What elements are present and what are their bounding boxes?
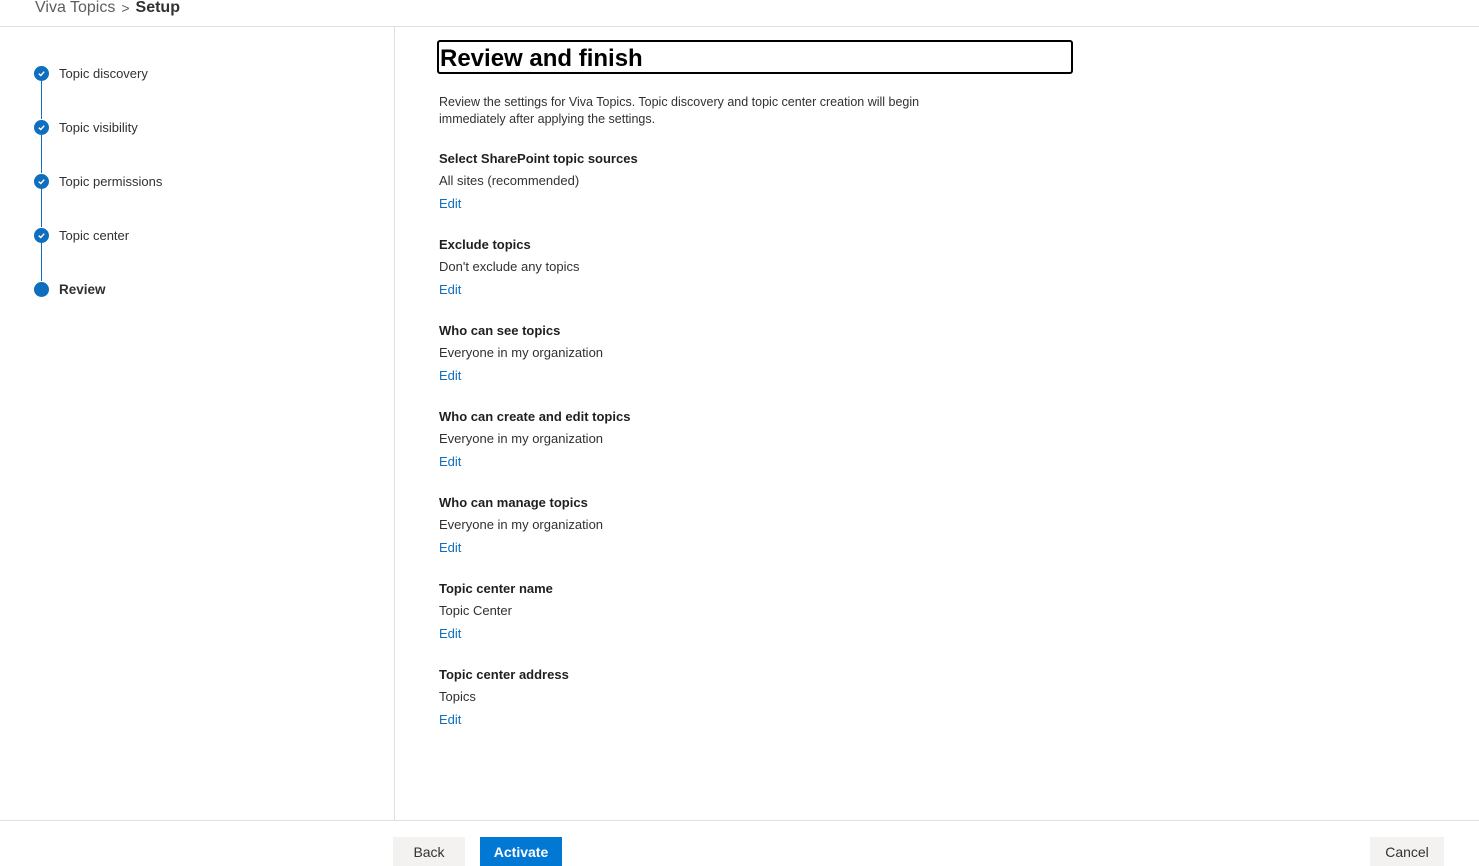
step-label: Topic permissions: [59, 174, 163, 189]
edit-who-can-see-link[interactable]: Edit: [439, 367, 461, 385]
section-value: Everyone in my organization: [439, 431, 604, 446]
page-title-focus-outline: Review and finish: [437, 40, 1073, 74]
section-value: Don't exclude any topics: [439, 259, 580, 274]
section-value: All sites (recommended): [439, 173, 580, 188]
step-topic-permissions[interactable]: Topic permissions: [34, 173, 162, 227]
edit-topic-sources-link[interactable]: Edit: [439, 195, 461, 213]
step-connector: [41, 135, 42, 173]
section-heading: Topic center name: [439, 581, 553, 596]
section-who-can-see: Who can see topics Everyone in my organi…: [439, 322, 939, 385]
step-connector: [41, 243, 42, 281]
page-title: Review and finish: [440, 45, 643, 72]
step-topic-center[interactable]: Topic center: [34, 227, 162, 281]
section-value: Topic Center: [439, 603, 512, 618]
step-label: Review: [59, 282, 106, 297]
step-connector: [41, 81, 42, 119]
intro-text: Review the settings for Viva Topics. Top…: [439, 95, 920, 126]
step-label: Topic visibility: [59, 120, 138, 135]
header-bar: Viva Topics > Setup: [0, 0, 1479, 27]
back-button[interactable]: Back: [393, 837, 465, 866]
step-connector: [41, 189, 42, 227]
section-topic-center-name: Topic center name Topic Center Edit: [439, 580, 939, 643]
section-heading: Exclude topics: [439, 237, 531, 252]
step-topic-visibility[interactable]: Topic visibility: [34, 119, 162, 173]
step-label: Topic center: [59, 228, 130, 243]
breadcrumb-current: Setup: [135, 0, 180, 16]
section-heading: Who can create and edit topics: [439, 409, 631, 424]
cancel-button[interactable]: Cancel: [1370, 837, 1444, 866]
check-circle-icon: [34, 174, 49, 189]
activate-button[interactable]: Activate: [480, 837, 562, 866]
section-topic-sources: Select SharePoint topic sources All site…: [439, 150, 939, 213]
breadcrumb-viva-topics[interactable]: Viva Topics: [35, 0, 115, 19]
wizard-steps-sidebar: Topic discovery Topic visibility Topic p…: [0, 27, 395, 820]
step-topic-discovery[interactable]: Topic discovery: [34, 65, 162, 119]
edit-who-can-manage-link[interactable]: Edit: [439, 539, 461, 557]
breadcrumb: Viva Topics > Setup: [35, 0, 180, 19]
section-heading: Who can see topics: [439, 323, 561, 338]
step-label: Topic discovery: [59, 66, 148, 81]
breadcrumb-separator: >: [121, 0, 130, 16]
check-circle-icon: [34, 228, 49, 243]
edit-who-can-create-link[interactable]: Edit: [439, 453, 461, 471]
edit-topic-center-address-link[interactable]: Edit: [439, 711, 461, 729]
footer-bar: Back Activate Cancel: [0, 820, 1479, 866]
edit-exclude-topics-link[interactable]: Edit: [439, 281, 461, 299]
step-review[interactable]: Review: [34, 281, 162, 335]
check-circle-icon: [34, 120, 49, 135]
check-circle-icon: [34, 66, 49, 81]
section-value: Everyone in my organization: [439, 345, 604, 360]
main-content: Review and finish Review the settings fo…: [396, 27, 1479, 820]
edit-topic-center-name-link[interactable]: Edit: [439, 625, 461, 643]
section-heading: Select SharePoint topic sources: [439, 151, 638, 166]
current-step-dot-icon: [34, 282, 49, 297]
step-list: Topic discovery Topic visibility Topic p…: [34, 65, 162, 335]
section-value: Everyone in my organization: [439, 517, 604, 532]
section-who-can-manage: Who can manage topics Everyone in my org…: [439, 494, 939, 557]
section-who-can-create-edit: Who can create and edit topics Everyone …: [439, 408, 939, 471]
section-exclude-topics: Exclude topics Don't exclude any topics …: [439, 236, 939, 299]
section-heading: Who can manage topics: [439, 495, 588, 510]
section-value: Topics: [439, 689, 476, 704]
section-topic-center-address: Topic center address Topics Edit: [439, 666, 939, 729]
section-heading: Topic center address: [439, 667, 569, 682]
